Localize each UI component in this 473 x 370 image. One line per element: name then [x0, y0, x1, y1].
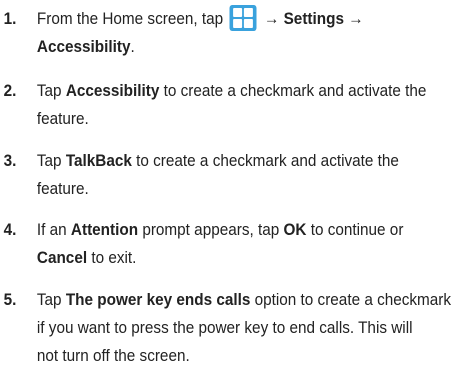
text: Tap: [36, 290, 66, 309]
text: to create a checkmark and activate the: [159, 81, 427, 100]
step-text: Tap Accessibility to create a checkmark …: [37, 77, 467, 133]
step-1-settings-path: → Settings →: [264, 9, 364, 28]
text: Tap: [36, 151, 66, 170]
step-number: 4.: [3, 220, 17, 239]
step-number: 5.: [3, 290, 17, 309]
step-1-period: .: [130, 37, 135, 56]
text: feature.: [36, 179, 89, 198]
text: If an: [36, 220, 71, 239]
apps-grid-icon: [229, 4, 257, 31]
bold-term: Cancel: [36, 248, 88, 267]
text: option to create a checkmark: [250, 290, 452, 309]
bold-term: Accessibility: [65, 81, 160, 100]
bold-term: TalkBack: [65, 151, 132, 170]
step-number: 3.: [3, 151, 17, 170]
step-text: Tap TalkBack to create a checkmark and a…: [37, 147, 467, 203]
step-1-text-start: From the Home screen, tap: [36, 9, 224, 28]
step-number: 1.: [3, 9, 17, 28]
bold-term: Attention: [70, 220, 139, 239]
step-text: Tap The power key ends calls option to c…: [37, 286, 467, 370]
step-text: From the Home screen, tap → Settings → A…: [36, 4, 467, 61]
text: to continue or: [306, 220, 404, 239]
text: Tap: [36, 81, 66, 100]
text: to create a checkmark and activate the: [131, 151, 399, 170]
bold-term: OK: [283, 220, 307, 239]
text: prompt appears, tap: [138, 220, 284, 239]
bold-term: The power key ends calls: [65, 290, 251, 309]
text: to exit.: [87, 248, 137, 267]
text: feature.: [36, 109, 89, 128]
step-1-accessibility-label: Accessibility: [36, 37, 131, 56]
step-text: If an Attention prompt appears, tap OK t…: [37, 216, 467, 272]
text: not turn off the screen.: [36, 346, 190, 365]
step-number: 2.: [3, 81, 17, 100]
text: if you want to press the power key to en…: [36, 318, 413, 337]
